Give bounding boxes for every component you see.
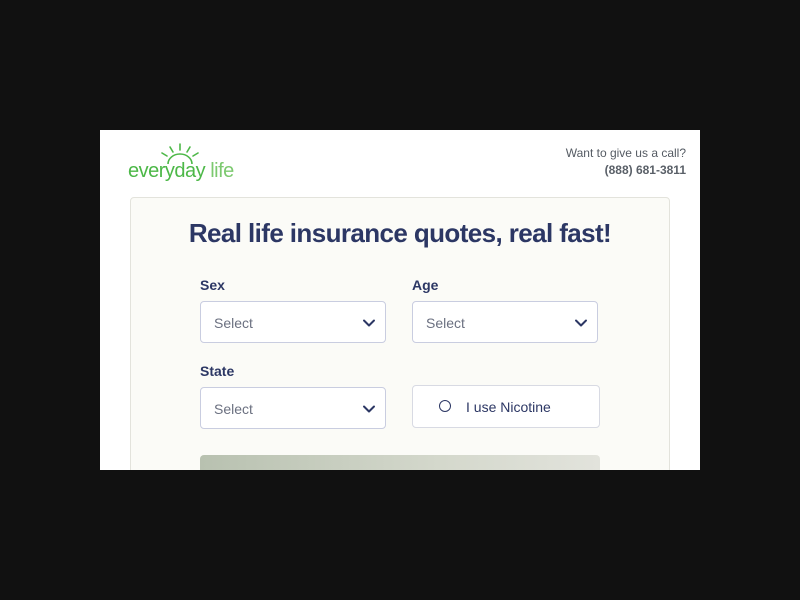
age-select-value: Select bbox=[426, 315, 465, 331]
nicotine-option[interactable]: I use Nicotine bbox=[412, 385, 600, 428]
nicotine-label: I use Nicotine bbox=[466, 399, 551, 415]
logo-brand-main: everyday bbox=[128, 160, 206, 182]
state-select-value: Select bbox=[214, 401, 253, 417]
chevron-down-icon bbox=[363, 319, 375, 327]
sex-select[interactable]: Select bbox=[200, 301, 386, 343]
age-select[interactable]: Select bbox=[412, 301, 598, 343]
site-header: everyday life Want to give us a call? (8… bbox=[100, 130, 700, 192]
phone-number-link[interactable]: (888) 681-3811 bbox=[566, 162, 686, 179]
sex-select-value: Select bbox=[214, 315, 253, 331]
call-prompt: Want to give us a call? bbox=[565, 146, 686, 160]
form-headline: Real life insurance quotes, real fast! bbox=[188, 218, 612, 248]
chevron-down-icon bbox=[363, 405, 375, 413]
logo-wordmark: everyday life bbox=[128, 160, 234, 183]
logo-brand-sub: life bbox=[210, 160, 234, 182]
state-label: State bbox=[200, 363, 235, 379]
submit-button[interactable] bbox=[200, 455, 600, 470]
quote-form-card: Real life insurance quotes, real fast! S… bbox=[130, 197, 670, 470]
call-info: Want to give us a call? (888) 681-3811 bbox=[566, 145, 686, 179]
nicotine-radio[interactable] bbox=[439, 400, 451, 412]
state-select[interactable]: Select bbox=[200, 387, 386, 429]
browser-viewport: everyday life Want to give us a call? (8… bbox=[100, 130, 700, 470]
chevron-down-icon bbox=[575, 319, 587, 327]
sex-label: Sex bbox=[200, 277, 225, 293]
everyday-life-logo[interactable]: everyday life bbox=[128, 142, 234, 186]
age-label: Age bbox=[412, 277, 439, 293]
